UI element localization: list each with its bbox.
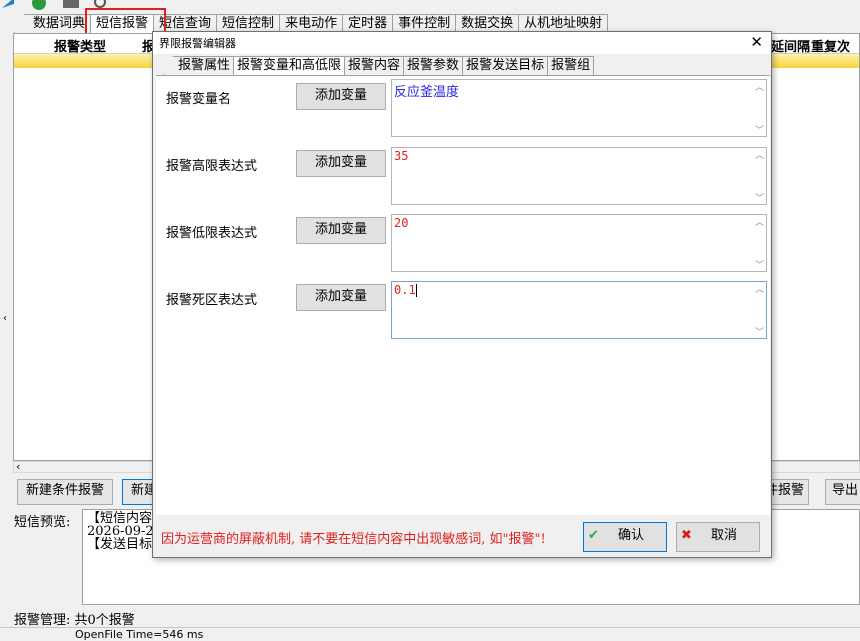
confirm-label: 确认 [618,528,645,543]
chevron-down-icon[interactable]: ﹀ [755,258,764,271]
alarm-variable-value: 反应釜温度 [394,85,460,100]
high-limit-value: 35 [394,149,409,163]
chevron-up-icon[interactable]: ︿ [755,215,764,228]
column-alarm-type[interactable]: 报警类型 [54,36,106,55]
column-interval[interactable]: 延间隔 [771,36,810,55]
low-limit-value: 20 [394,216,409,230]
tab-alarm-content[interactable]: 报警内容 [344,56,405,75]
dialog-tab-bar: 报警属性 报警变量和高低限 报警内容 报警参数 报警发送目标 报警组 [163,56,595,75]
add-variable-button[interactable]: 添加变量 [296,83,386,110]
tab-alarm-variables-limits[interactable]: 报警变量和高低限 [233,56,346,75]
add-variable-button[interactable]: 添加变量 [296,150,386,177]
add-variable-button[interactable]: 添加变量 [296,217,386,244]
truck-icon[interactable] [62,0,80,12]
alarm-variable-input[interactable]: 反应釜温度 ︿ ﹀ [391,79,767,137]
debug-timing-text: OpenFile Time=546 ms [75,628,204,641]
cancel-button[interactable]: ✖ 取消 [676,522,760,552]
add-variable-button[interactable]: 添加变量 [296,284,386,311]
low-limit-label: 报警低限表达式 [166,226,258,241]
tab-alarm-parameters[interactable]: 报警参数 [403,56,464,75]
arrow-icon[interactable] [0,0,18,12]
chevron-up-icon[interactable]: ︿ [755,80,764,93]
tab-alarm-properties[interactable]: 报警属性 [163,56,235,75]
chevron-left-icon[interactable]: ‹ [3,313,7,324]
dialog-title: 界限报警编辑器 [159,37,236,50]
left-scroll-strip[interactable]: ‹ [0,33,13,473]
column-repeat-count[interactable]: 重复次 [811,36,850,55]
chevron-down-icon[interactable]: ﹀ [755,191,764,204]
close-x-icon: ✖ [681,528,692,543]
status-bar-text: 报警管理: 共0个报警 [14,613,135,628]
chevron-up-icon[interactable]: ︿ [755,148,764,161]
refresh-icon[interactable] [30,0,48,12]
dialog-title-bar[interactable]: 界限报警编辑器 ✕ [153,32,771,54]
chevron-down-icon[interactable]: ﹀ [755,325,764,338]
deadband-input[interactable]: 0.1 ︿ ﹀ [391,281,767,339]
alarm-variable-label: 报警变量名 [166,92,232,107]
deadband-value: 0.1 [394,283,417,297]
tab-data-dictionary[interactable]: 数据词典 [14,14,92,33]
tab-alarm-send-target[interactable]: 报警发送目标 [462,56,549,75]
deadband-label: 报警死区表达式 [166,293,258,308]
text-caret [415,284,417,297]
sensitive-word-warning: 因为运营商的屏蔽机制, 请不要在短信内容中出现敏感词, 如"报警"! [161,532,546,547]
preview-label: 短信预览: [14,515,71,530]
export-button[interactable]: 导出 [825,479,860,505]
check-icon: ✔ [588,528,599,543]
limit-alarm-editor-dialog: 界限报警编辑器 ✕ 报警属性 报警变量和高低限 报警内容 报警参数 报警发送目标… [152,31,772,558]
chevron-up-icon[interactable]: ︿ [755,282,764,295]
high-limit-input[interactable]: 35 ︿ ﹀ [391,147,767,205]
confirm-button[interactable]: ✔ 确认 [583,522,667,552]
chevron-down-icon[interactable]: ﹀ [755,123,764,136]
chevron-left-icon[interactable]: ‹ [16,460,20,473]
cancel-label: 取消 [711,528,738,543]
low-limit-input[interactable]: 20 ︿ ﹀ [391,214,767,272]
tab-alarm-group[interactable]: 报警组 [547,56,595,75]
high-limit-label: 报警高限表达式 [166,159,258,174]
new-condition-alarm-button[interactable]: 新建条件报警 [17,479,114,505]
close-icon[interactable]: ✕ [750,33,763,51]
